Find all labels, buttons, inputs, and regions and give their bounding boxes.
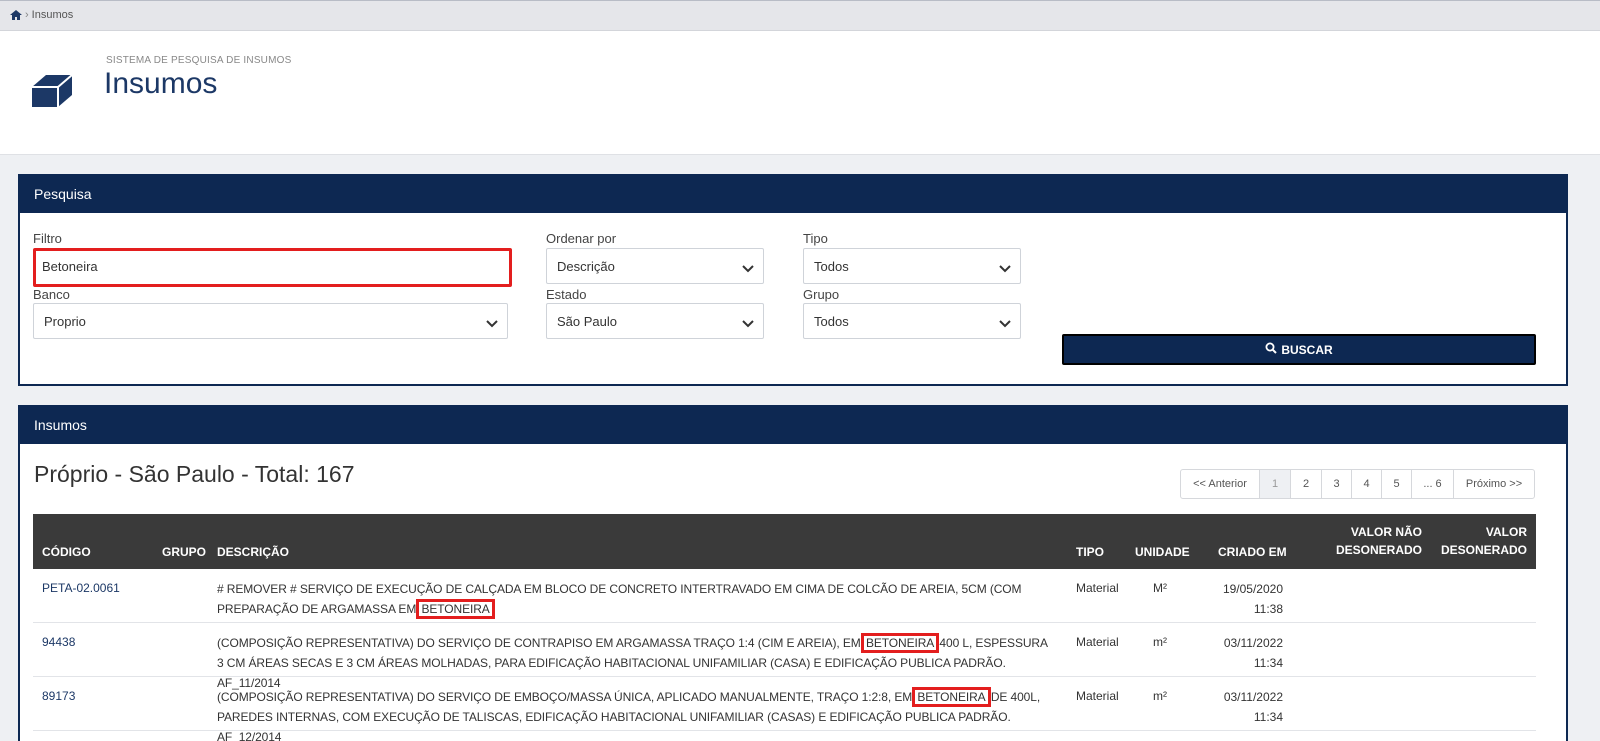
row-criado-em: 19/05/2020 11:38 — [1213, 579, 1283, 619]
breadcrumb: › Insumos — [9, 9, 73, 21]
chevron-down-icon — [742, 316, 754, 331]
results-summary: Próprio - São Paulo - Total: 167 — [34, 461, 355, 487]
row-time: 11:34 — [1253, 656, 1283, 670]
row-unidade: M² — [1153, 581, 1167, 595]
chevron-right-icon: › — [25, 9, 29, 21]
pagination-next[interactable]: Próximo >> — [1454, 470, 1534, 498]
row-desc-highlight: BETONEIRA — [860, 633, 940, 653]
top-bar: › Insumos — [0, 0, 1600, 31]
col-codigo[interactable]: CÓDIGO — [42, 545, 91, 559]
ordenar-label: Ordenar por — [546, 231, 617, 246]
row-time: 11:38 — [1253, 602, 1283, 616]
results-panel-title: Insumos — [20, 407, 1566, 444]
filtro-label: Filtro — [33, 231, 62, 246]
table-header: CÓDIGO GRUPO DESCRIÇÃO TIPO UNIDADE CRIA… — [33, 514, 1536, 569]
pagination-page-4[interactable]: 4 — [1352, 470, 1382, 498]
row-criado-em: 03/11/2022 11:34 — [1213, 633, 1283, 673]
results-table: CÓDIGO GRUPO DESCRIÇÃO TIPO UNIDADE CRIA… — [33, 514, 1536, 741]
tipo-select[interactable]: Todos — [803, 248, 1021, 284]
banco-label: Banco — [33, 287, 70, 302]
col-unidade[interactable]: UNIDADE — [1135, 545, 1190, 559]
banco-select[interactable]: Proprio — [33, 303, 508, 339]
pagination-page-3[interactable]: 3 — [1322, 470, 1352, 498]
pagination-page-1[interactable]: 1 — [1260, 470, 1291, 498]
estado-select[interactable]: São Paulo — [546, 303, 764, 339]
search-panel-title: Pesquisa — [20, 176, 1566, 213]
home-icon[interactable] — [9, 9, 23, 21]
pagination-page-6[interactable]: ... 6 — [1412, 470, 1454, 498]
page-subtitle: SISTEMA DE PESQUISA DE INSUMOS — [106, 55, 292, 66]
filtro-value: Betoneira — [42, 259, 98, 274]
row-date: 03/11/2022 — [1223, 690, 1283, 704]
row-codigo-link[interactable]: 89173 — [42, 689, 75, 703]
col-valor-desonerado-line2: DESONERADO — [1440, 543, 1527, 557]
grupo-value: Todos — [814, 314, 849, 329]
row-descricao: # REMOVER # SERVIÇO DE EXECUÇÃO DE CALÇA… — [217, 579, 1057, 619]
row-desc-highlight: BETONEIRA — [912, 687, 991, 707]
row-tipo: Material — [1076, 635, 1119, 649]
ordenar-value: Descrição — [557, 259, 615, 274]
filtro-input[interactable]: Betoneira — [33, 248, 512, 287]
row-time: 11:34 — [1253, 710, 1283, 724]
table-row[interactable]: PETA-02.0061 # REMOVER # SERVIÇO DE EXEC… — [33, 569, 1536, 623]
grupo-select[interactable]: Todos — [803, 303, 1021, 339]
row-desc-text: # REMOVER # SERVIÇO DE EXECUÇÃO DE CALÇA… — [217, 582, 1022, 616]
row-codigo-link[interactable]: 94438 — [42, 635, 75, 649]
row-descricao: (COMPOSIÇÃO REPRESENTATIVA) DO SERVIÇO D… — [217, 687, 1057, 741]
col-descricao[interactable]: DESCRIÇÃO — [217, 545, 289, 559]
tipo-label: Tipo — [803, 231, 828, 246]
page-title: Insumos — [104, 67, 218, 100]
buscar-label: BUSCAR — [1281, 342, 1333, 357]
row-date: 19/05/2020 — [1222, 582, 1283, 596]
chevron-down-icon — [999, 261, 1011, 276]
chevron-down-icon — [486, 316, 498, 331]
ordenar-select[interactable]: Descrição — [546, 248, 764, 284]
buscar-button[interactable]: BUSCAR — [1062, 334, 1536, 365]
search-icon — [1265, 342, 1278, 357]
row-unidade: m² — [1153, 635, 1167, 649]
pagination-prev[interactable]: << Anterior — [1181, 470, 1260, 498]
search-panel: Pesquisa Filtro Betoneira Ordenar por De… — [18, 174, 1568, 386]
results-panel: Insumos Próprio - São Paulo - Total: 167… — [18, 405, 1568, 741]
grupo-label: Grupo — [803, 287, 840, 302]
estado-label: Estado — [546, 287, 587, 302]
tipo-value: Todos — [814, 259, 849, 274]
row-date: 03/11/2022 — [1223, 636, 1283, 650]
cube-icon — [30, 71, 74, 114]
row-tipo: Material — [1076, 581, 1119, 595]
row-desc-text: (COMPOSIÇÃO REPRESENTATIVA) DO SERVIÇO D… — [217, 690, 916, 704]
col-tipo[interactable]: TIPO — [1076, 545, 1104, 559]
page-header: SISTEMA DE PESQUISA DE INSUMOS Insumos — [0, 31, 1600, 155]
row-tipo: Material — [1076, 689, 1119, 703]
chevron-down-icon — [999, 316, 1011, 331]
col-valor-nao-desonerado[interactable]: VALOR NÃO DESONERADO — [1336, 523, 1422, 559]
row-unidade: m² — [1153, 689, 1167, 703]
pagination-page-2[interactable]: 2 — [1291, 470, 1322, 498]
col-valor-nao-desonerado-line2: DESONERADO — [1335, 543, 1422, 557]
row-desc-highlight: BETONEIRA — [416, 599, 495, 619]
table-row[interactable]: 89173 (COMPOSIÇÃO REPRESENTATIVA) DO SER… — [33, 677, 1536, 741]
pagination-page-5[interactable]: 5 — [1382, 470, 1412, 498]
col-valor-desonerado[interactable]: VALOR DESONERADO — [1441, 523, 1527, 559]
col-grupo[interactable]: GRUPO — [162, 545, 206, 559]
row-codigo-link[interactable]: PETA-02.0061 — [42, 581, 120, 595]
col-valor-nao-desonerado-line1: VALOR NÃO — [1350, 525, 1422, 539]
banco-value: Proprio — [44, 314, 86, 329]
breadcrumb-current: Insumos — [31, 9, 74, 21]
col-criado-em[interactable]: CRIADO EM — [1218, 545, 1287, 559]
estado-value: São Paulo — [557, 314, 617, 329]
pagination: << Anterior 1 2 3 4 5 ... 6 Próximo >> — [1180, 469, 1535, 499]
row-desc-text: (COMPOSIÇÃO REPRESENTATIVA) DO SERVIÇO D… — [217, 636, 864, 650]
table-row[interactable]: 94438 (COMPOSIÇÃO REPRESENTATIVA) DO SER… — [33, 623, 1536, 690]
col-valor-desonerado-line1: VALOR — [1485, 525, 1527, 539]
chevron-down-icon — [742, 261, 754, 276]
row-criado-em: 03/11/2022 11:34 — [1213, 687, 1283, 727]
